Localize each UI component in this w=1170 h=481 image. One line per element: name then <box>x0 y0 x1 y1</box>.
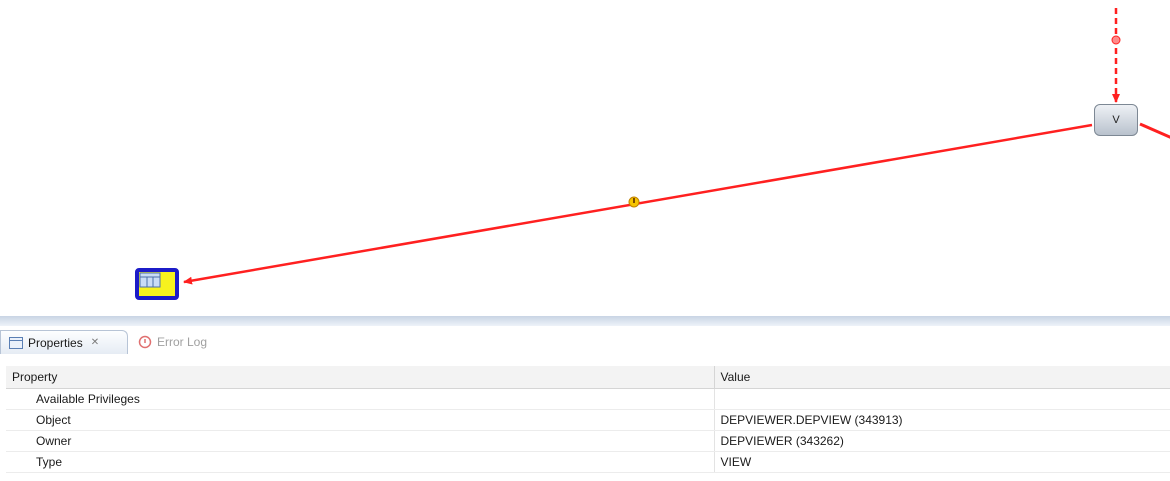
tab-error-log-label: Error Log <box>157 335 208 349</box>
properties-icon <box>9 336 23 349</box>
column-header-value[interactable]: Value <box>714 366 1170 389</box>
properties-table-wrap: Property Value Available Privileges Obje… <box>6 366 1170 473</box>
properties-table: Property Value Available Privileges Obje… <box>6 366 1170 473</box>
view-node-label: V <box>1112 114 1120 126</box>
value-cell: DEPVIEWER.DEPVIEW (343913) <box>714 409 1170 431</box>
panel-divider[interactable] <box>0 316 1170 326</box>
table-icon <box>139 272 161 288</box>
tab-error-log[interactable]: Error Log <box>134 330 207 354</box>
warning-icon <box>628 196 640 208</box>
table-row[interactable]: Type VIEW <box>6 451 1170 473</box>
value-cell <box>714 388 1170 410</box>
property-cell: Type <box>6 451 715 473</box>
table-header-row: Property Value <box>6 366 1170 389</box>
table-row[interactable]: Available Privileges <box>6 388 1170 410</box>
view-node[interactable]: V <box>1094 104 1138 136</box>
property-cell: Object <box>6 409 715 431</box>
properties-panel: Properties ✕ Error Log Property Value Av… <box>0 326 1170 481</box>
tab-properties[interactable]: Properties ✕ <box>0 330 128 354</box>
selected-table-node[interactable] <box>135 268 179 300</box>
value-cell: VIEW <box>714 451 1170 473</box>
outgoing-edge[interactable] <box>1139 122 1170 139</box>
table-row[interactable]: Object DEPVIEWER.DEPVIEW (343913) <box>6 409 1170 431</box>
tab-properties-label: Properties <box>28 335 83 350</box>
property-cell: Available Privileges <box>6 388 715 410</box>
dependency-diagram-canvas[interactable]: V <box>0 0 1170 316</box>
panel-tab-bar: Properties ✕ Error Log <box>0 330 1170 354</box>
edge-marker-icon <box>1111 35 1121 45</box>
column-header-property[interactable]: Property <box>6 366 715 389</box>
error-log-icon <box>138 335 152 349</box>
property-cell: Owner <box>6 430 715 452</box>
table-row[interactable]: Owner DEPVIEWER (343262) <box>6 430 1170 452</box>
close-icon[interactable]: ✕ <box>91 337 99 348</box>
value-cell: DEPVIEWER (343262) <box>714 430 1170 452</box>
